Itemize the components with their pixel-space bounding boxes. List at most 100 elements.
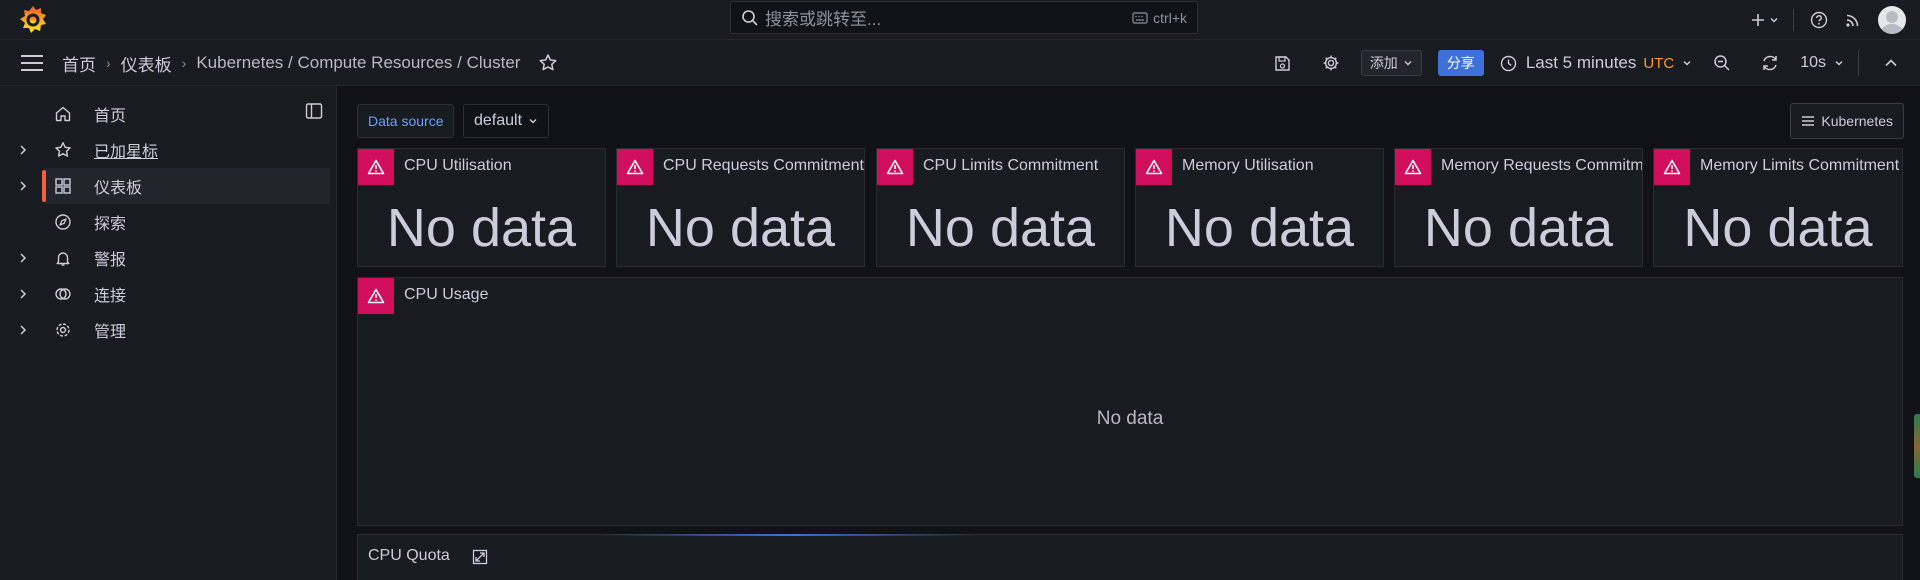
panel-error-indicator[interactable] (1136, 149, 1172, 185)
chevron-down-icon (529, 119, 537, 124)
dashboard-settings-button[interactable] (1316, 48, 1346, 78)
scrollbar[interactable] (1914, 414, 1920, 478)
dashboards-icon (55, 178, 71, 194)
stat-panel-cpu-requests-commitment[interactable]: CPU Requests Commitment No data (616, 148, 865, 267)
gear-icon (1323, 55, 1339, 71)
breadcrumb-current: Kubernetes / Compute Resources / Cluster (196, 53, 521, 72)
panel-error-indicator[interactable] (358, 278, 394, 314)
collapse-icon[interactable] (472, 549, 488, 565)
chevron-right-icon[interactable] (16, 179, 30, 193)
dashboard-links-label: Kubernetes (1821, 113, 1893, 129)
zoom-out-icon (1714, 55, 1730, 71)
panel-title[interactable]: CPU Requests Commitment (663, 157, 864, 175)
warning-icon (626, 159, 644, 175)
zoom-out-button[interactable] (1707, 48, 1737, 78)
stat-panel-memory-requests-commitment[interactable]: Memory Requests Commitment No data (1394, 148, 1643, 267)
panel-error-indicator[interactable] (1395, 149, 1431, 185)
sidebar-item-explore[interactable]: 探索 (0, 204, 330, 240)
datasource-variable-select[interactable]: default (463, 104, 550, 138)
stat-panel-cpu-utilisation[interactable]: CPU Utilisation No data (357, 148, 606, 267)
panel-error-indicator[interactable] (617, 149, 653, 185)
panel-title[interactable]: Memory Requests Commitment (1441, 157, 1642, 175)
breadcrumb-home[interactable]: 首页 (62, 51, 96, 76)
news-button[interactable] (1836, 3, 1870, 37)
chevron-down-icon (1404, 61, 1412, 66)
chevron-down-icon (1683, 61, 1691, 66)
panel-error-indicator[interactable] (877, 149, 913, 185)
chevron-right-icon[interactable] (16, 287, 30, 301)
sidebar-item-label: 已加星标 (94, 144, 159, 161)
warning-icon (367, 288, 385, 304)
breadcrumb-separator-icon: › (106, 55, 111, 71)
breadcrumb: 首页 › 仪表板 › Kubernetes / Compute Resource… (62, 40, 558, 86)
sidebar-item-connections[interactable]: 连接 (0, 276, 330, 312)
time-range-picker[interactable]: Last 5 minutes UTC (1500, 53, 1692, 73)
timeseries-panel-cpu-usage[interactable]: CPU Usage No data (357, 277, 1903, 526)
breadcrumb-dashboards[interactable]: 仪表板 (121, 51, 172, 76)
add-button[interactable]: 添加 (1360, 50, 1422, 76)
home-icon (55, 106, 71, 122)
panel-title[interactable]: CPU Limits Commitment (923, 157, 1098, 175)
collapse-nav-button[interactable] (1876, 48, 1906, 78)
sidebar-item-home[interactable]: 首页 (0, 96, 330, 132)
panel-title[interactable]: CPU Usage (404, 286, 488, 304)
timezone-label: UTC (1643, 54, 1675, 72)
panel-no-data: No data (1096, 408, 1164, 429)
save-dashboard-button[interactable] (1268, 48, 1298, 78)
chevron-down-icon (1770, 18, 1778, 23)
new-menu-button[interactable] (1745, 3, 1785, 37)
help-button[interactable] (1802, 3, 1836, 37)
stat-panel-cpu-limits-commitment[interactable]: CPU Limits Commitment No data (876, 148, 1125, 267)
plus-icon (1752, 14, 1764, 26)
rss-icon (1846, 14, 1859, 27)
dashboard-nav-bar: 首页 › 仪表板 › Kubernetes / Compute Resource… (0, 40, 1920, 86)
sidebar-menu: 首页 已加星标 仪表板 探索 警报 连接 管理 (0, 96, 330, 348)
chevron-right-icon[interactable] (16, 143, 30, 157)
datasource-variable-label: Data source (357, 104, 455, 138)
chevron-right-icon[interactable] (16, 323, 30, 337)
warning-icon (886, 159, 904, 175)
row-title[interactable]: CPU Quota (368, 547, 450, 565)
save-icon (1275, 55, 1291, 71)
dashboard-canvas: Data source default Kubernetes CPU Utili… (337, 86, 1920, 580)
chevron-down-icon (1835, 61, 1843, 66)
sidebar-item-label: 警报 (94, 252, 127, 269)
stat-panel-memory-limits-commitment[interactable]: Memory Limits Commitment No data (1653, 148, 1903, 267)
sidebar-item-dashboards[interactable]: 仪表板 (20, 168, 330, 204)
refresh-interval-label: 10s (1800, 54, 1826, 71)
top-bar: 搜索或跳转至... ctrl+k (0, 0, 1920, 40)
loading-bar (598, 534, 978, 536)
refresh-icon (1763, 55, 1777, 71)
top-bar-actions (1745, 0, 1920, 40)
clock-icon (1500, 55, 1517, 71)
share-button[interactable]: 分享 (1437, 50, 1484, 76)
connections-icon (55, 288, 71, 300)
sidebar-item-label: 管理 (94, 324, 127, 341)
warning-icon (1663, 159, 1681, 175)
panel-title[interactable]: CPU Utilisation (404, 157, 512, 175)
refresh-interval-picker[interactable]: 10s (1800, 54, 1844, 72)
grafana-logo-icon[interactable] (18, 4, 48, 36)
search-input[interactable]: 搜索或跳转至... ctrl+k (730, 1, 1198, 34)
chevron-right-icon[interactable] (16, 251, 30, 265)
panel-no-data: No data (1164, 198, 1355, 258)
panel-error-indicator[interactable] (1654, 149, 1690, 185)
avatar[interactable] (1878, 6, 1906, 34)
panel-title[interactable]: Memory Utilisation (1182, 157, 1314, 175)
menu-icon[interactable] (20, 52, 44, 74)
dashboard-links-button[interactable]: Kubernetes (1790, 103, 1904, 139)
stat-panel-memory-utilisation[interactable]: Memory Utilisation No data (1135, 148, 1384, 267)
panel-error-indicator[interactable] (358, 149, 394, 185)
sidebar-item-label: 仪表板 (94, 180, 143, 197)
time-range-label: Last 5 minutes (1525, 53, 1637, 72)
star-icon[interactable] (538, 53, 558, 73)
dashboard-row-cpu-quota[interactable]: CPU Quota (357, 534, 1903, 580)
chevron-up-icon (1885, 59, 1897, 67)
add-label: 添加 (1369, 55, 1398, 71)
panel-title[interactable]: Memory Limits Commitment (1700, 157, 1899, 175)
help-icon (1810, 11, 1828, 29)
refresh-button[interactable] (1755, 48, 1785, 78)
sidebar-item-administration[interactable]: 管理 (0, 312, 330, 348)
sidebar-item-starred[interactable]: 已加星标 (0, 132, 330, 168)
sidebar-item-alerting[interactable]: 警报 (0, 240, 330, 276)
